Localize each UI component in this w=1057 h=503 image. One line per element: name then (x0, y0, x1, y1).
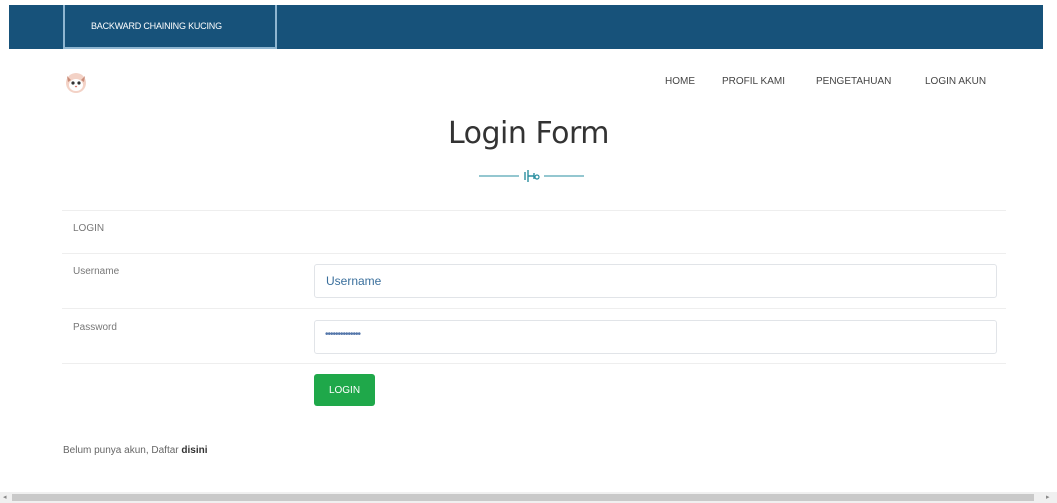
password-label: Password (73, 322, 117, 333)
page-title: Login Form (447, 116, 610, 151)
brand-title[interactable]: BACKWARD CHAINING KUCING (63, 5, 277, 49)
signup-link[interactable]: disini (181, 445, 207, 456)
username-label: Username (73, 266, 120, 277)
scrollbar-thumb[interactable] (12, 494, 1034, 501)
row-divider (62, 308, 1006, 309)
cat-logo-icon[interactable] (64, 70, 88, 94)
title-divider-icon (479, 170, 584, 182)
signup-text: Belum punya akun, Daftar (63, 445, 182, 456)
form-top-divider (62, 210, 1006, 211)
scroll-right-icon[interactable]: ▸ (1046, 493, 1050, 501)
top-header-bar: BACKWARD CHAINING KUCING (9, 5, 1043, 49)
nav-login-akun[interactable]: LOGIN AKUN (925, 76, 986, 87)
nav-home[interactable]: HOME (665, 76, 695, 87)
row-divider (62, 253, 1006, 254)
login-button[interactable]: LOGIN (314, 374, 375, 406)
row-divider (62, 363, 1006, 364)
horizontal-scrollbar[interactable]: ◂ ▸ (0, 492, 1057, 503)
username-input[interactable] (314, 264, 997, 298)
password-value: •••••••••••••• (325, 329, 361, 340)
nav-pengetahuan[interactable]: PENGETAHUAN (816, 76, 891, 87)
password-input[interactable] (314, 320, 997, 354)
nav-profil-kami[interactable]: PROFIL KAMI (722, 76, 785, 87)
section-label: LOGIN (73, 223, 105, 234)
scroll-left-icon[interactable]: ◂ (3, 493, 7, 501)
signup-prompt: Belum punya akun, Daftar disini (63, 445, 208, 456)
